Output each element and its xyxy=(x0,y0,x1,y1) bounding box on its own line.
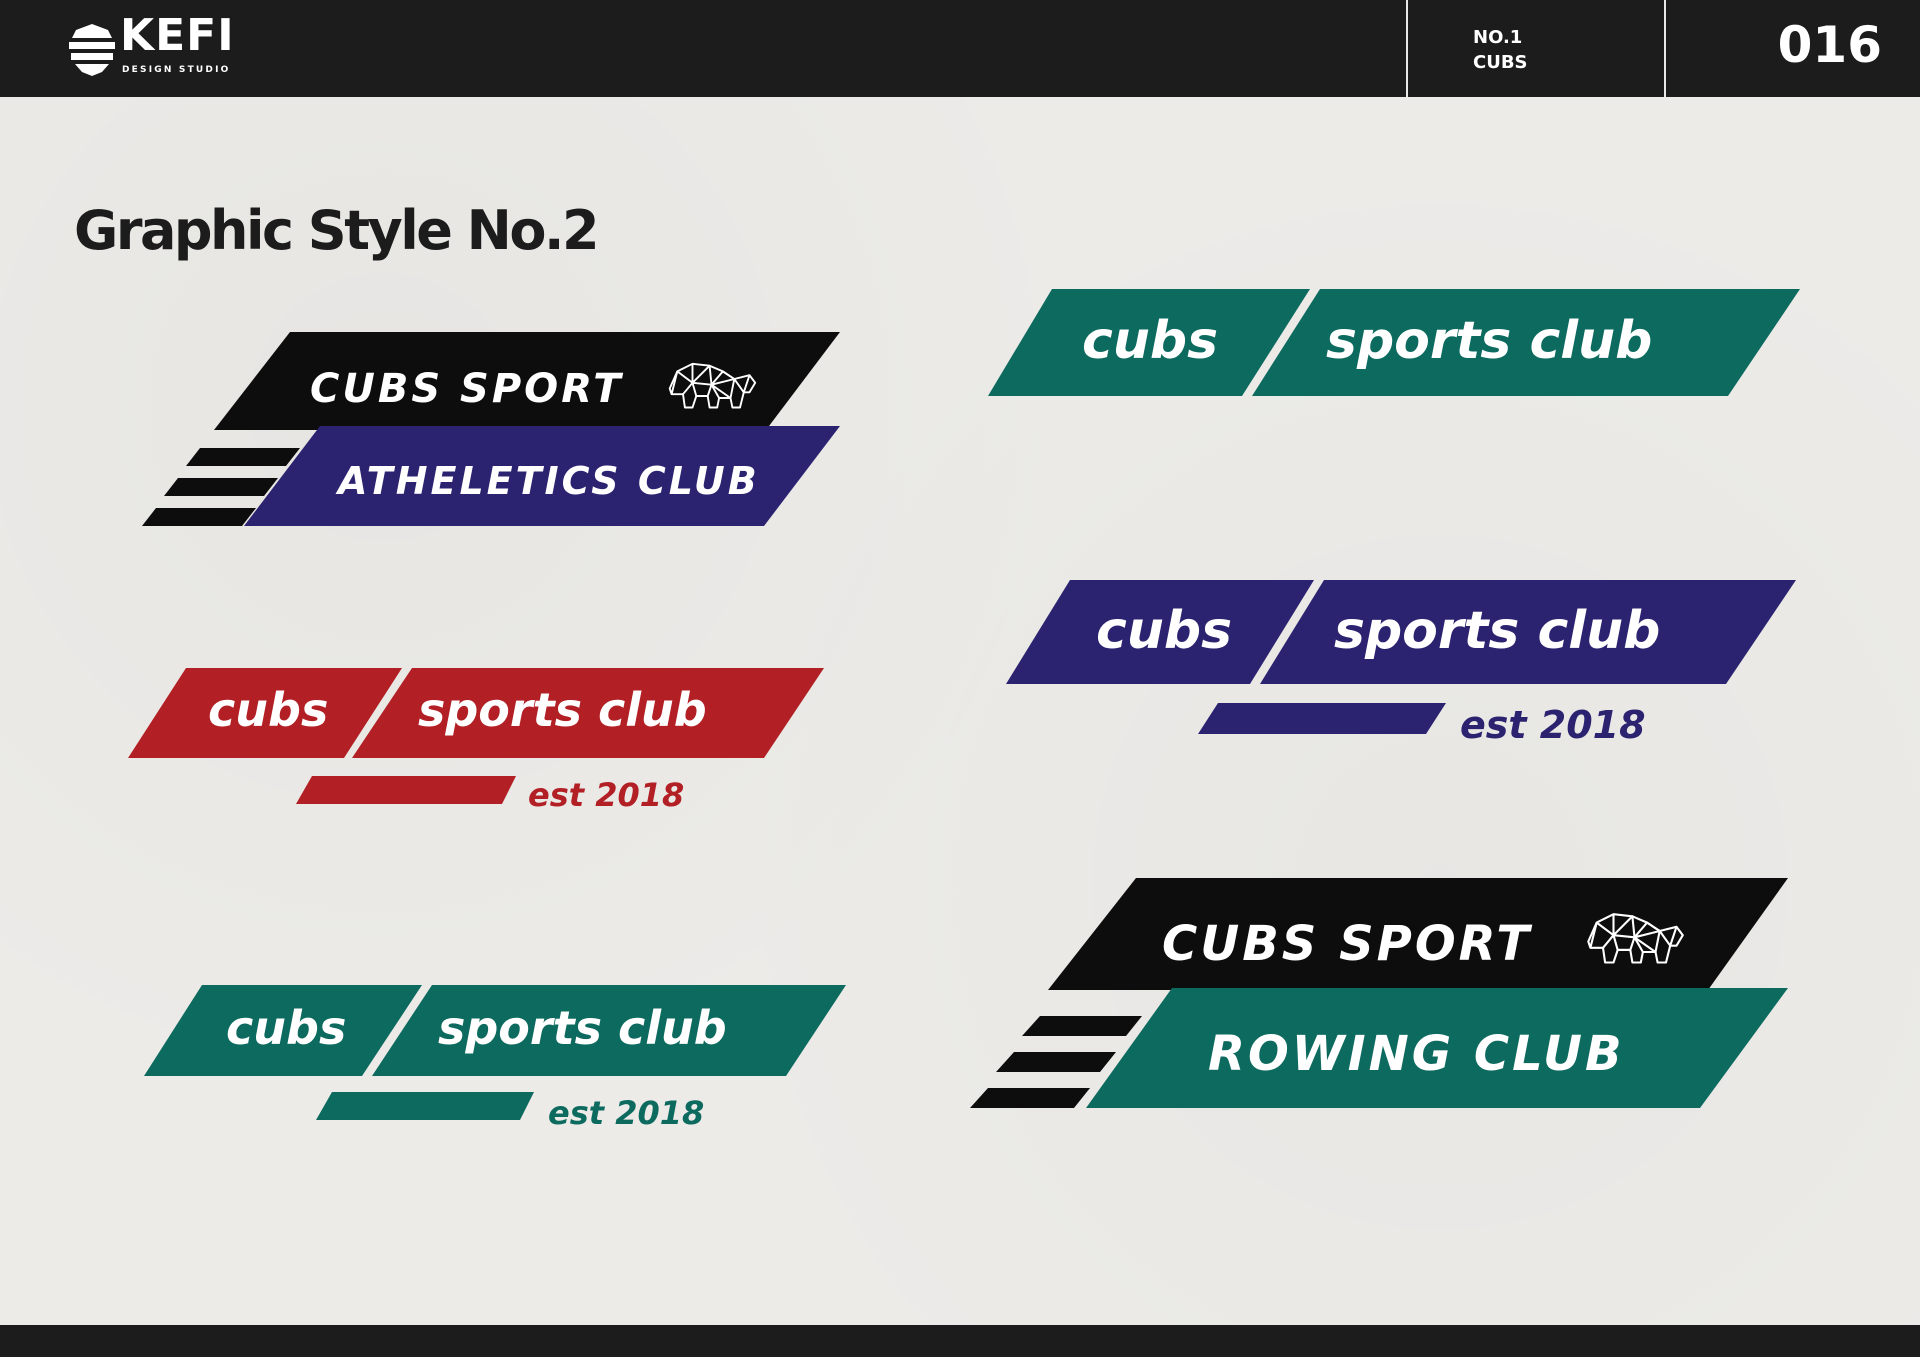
red-badge-underline-stripe xyxy=(296,776,516,804)
red-badge-left-text: cubs xyxy=(208,683,328,737)
speed-stripe xyxy=(142,508,256,526)
speed-stripe xyxy=(186,448,300,466)
speed-stripe xyxy=(970,1088,1090,1108)
red-badge-right-text: sports club xyxy=(418,683,707,737)
teal-sports-club-badge: cubs sports club est 2018 xyxy=(144,985,846,1132)
speed-stripe xyxy=(164,478,278,496)
navy-badge-est-text: est 2018 xyxy=(1460,703,1646,747)
teal-badge-underline-stripe xyxy=(316,1092,534,1120)
teal-top-badge-left-text: cubs xyxy=(1082,311,1218,371)
teal-top-sports-club-badge: cubs sports club xyxy=(988,289,1800,396)
red-badge-est-text: est 2018 xyxy=(528,776,684,814)
navy-sports-club-badge: cubs sports club est 2018 xyxy=(1006,580,1796,747)
navy-badge-underline-stripe xyxy=(1198,703,1446,734)
badge-artboard: CUBS SPORT ATHELETICS CLUB cubs sports c… xyxy=(128,289,1800,1132)
rowing-badge-line1: CUBS SPORT xyxy=(1162,916,1532,972)
navy-badge-left-text: cubs xyxy=(1096,601,1232,661)
speed-stripe xyxy=(1022,1016,1142,1036)
teal-badge-left-text: cubs xyxy=(226,1001,346,1055)
teal-badge-right-text: sports club xyxy=(438,1001,727,1055)
athletics-badge-line2: ATHELETICS CLUB xyxy=(335,459,760,503)
red-sports-club-badge: cubs sports club est 2018 xyxy=(128,668,824,814)
teal-top-badge-right-text: sports club xyxy=(1326,311,1652,371)
rowing-badge-line2: ROWING CLUB xyxy=(1208,1026,1625,1082)
bottom-bar xyxy=(0,1325,1920,1357)
rowing-club-badge: CUBS SPORT ROWING CLUB xyxy=(970,878,1788,1108)
athletics-badge-line1: CUBS SPORT xyxy=(310,366,623,412)
speed-stripe xyxy=(996,1052,1116,1072)
teal-badge-est-text: est 2018 xyxy=(548,1094,704,1132)
athletics-club-badge: CUBS SPORT ATHELETICS CLUB xyxy=(142,332,840,526)
navy-badge-right-text: sports club xyxy=(1334,601,1660,661)
